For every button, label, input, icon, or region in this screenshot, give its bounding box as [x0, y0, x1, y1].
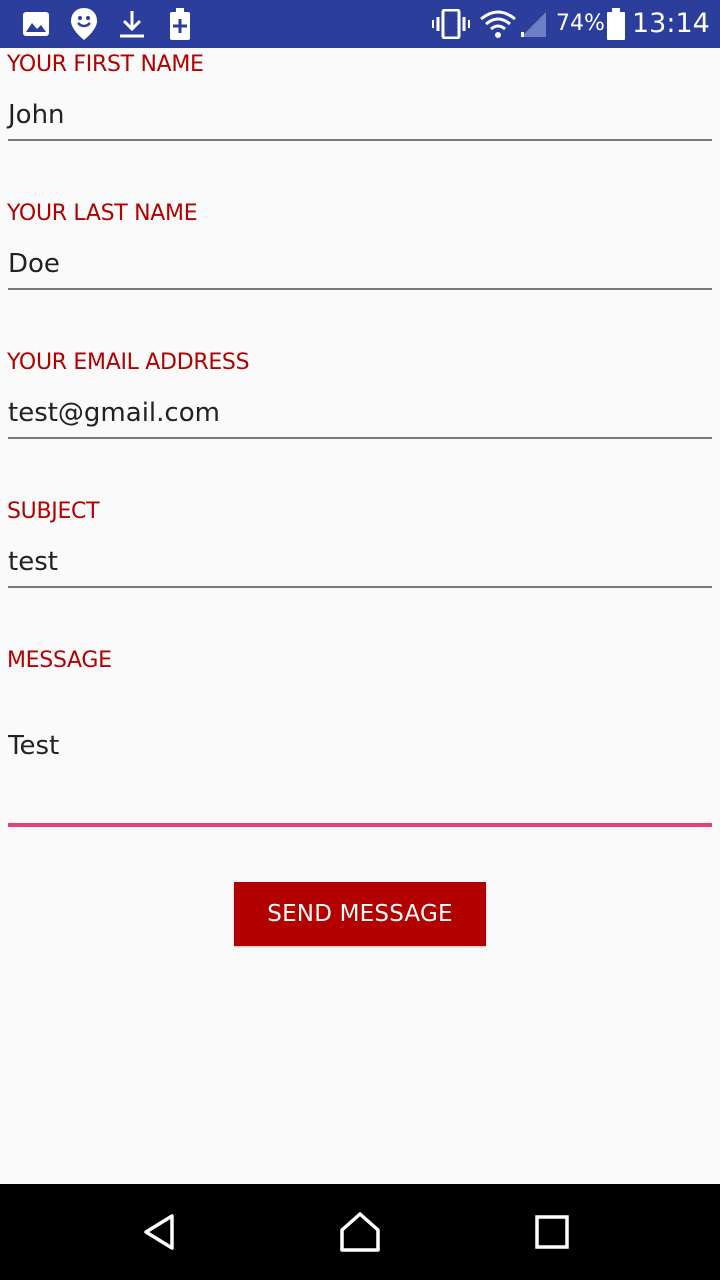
back-icon[interactable]: [136, 1208, 184, 1256]
smiley-location-icon: [68, 6, 100, 42]
signal-icon: [518, 6, 548, 42]
message-underline: [8, 823, 712, 827]
subject-input[interactable]: test: [8, 547, 708, 577]
last-name-underline: [8, 288, 712, 290]
recents-icon[interactable]: [528, 1208, 576, 1256]
subject-label: SUBJECT: [7, 499, 100, 524]
last-name-label: YOUR LAST NAME: [7, 201, 198, 226]
battery-icon: [604, 6, 628, 42]
email-input[interactable]: test@gmail.com: [8, 398, 708, 428]
last-name-input[interactable]: Doe: [8, 249, 708, 279]
message-input[interactable]: Test: [8, 731, 708, 761]
first-name-input[interactable]: John: [8, 100, 708, 130]
home-icon[interactable]: [336, 1208, 384, 1256]
email-label: YOUR EMAIL ADDRESS: [7, 350, 250, 375]
message-label: MESSAGE: [7, 648, 112, 673]
image-icon: [20, 6, 52, 42]
subject-underline: [8, 586, 712, 588]
navigation-bar: [0, 1184, 720, 1280]
email-underline: [8, 437, 712, 439]
download-icon: [116, 6, 148, 42]
contact-form: YOUR FIRST NAME John YOUR LAST NAME Doe …: [0, 48, 720, 1184]
first-name-underline: [8, 139, 712, 141]
vibrate-icon: [432, 6, 470, 42]
wifi-icon: [478, 6, 518, 42]
send-message-button[interactable]: SEND MESSAGE: [234, 882, 486, 946]
first-name-label: YOUR FIRST NAME: [7, 52, 204, 77]
clock-time: 13:14: [632, 8, 710, 39]
battery-percent: 74%: [556, 11, 605, 36]
status-bar: 74% 13:14: [0, 0, 720, 48]
battery-plus-icon: [166, 6, 194, 42]
